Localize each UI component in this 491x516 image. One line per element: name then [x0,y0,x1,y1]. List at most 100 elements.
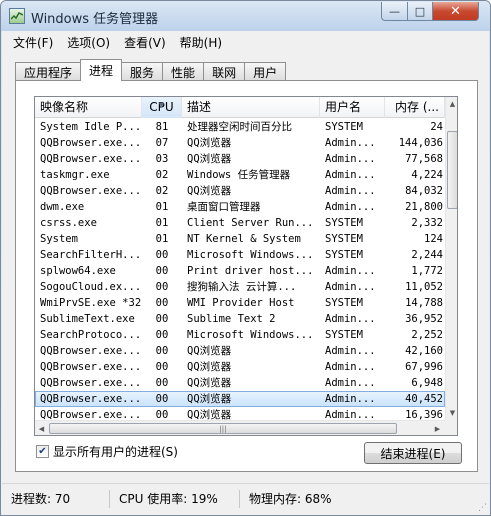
cell-image-name: SearchProtoco... [40,329,142,341]
cell-description: QQ浏览器 [187,377,232,389]
cell-memory: 2,332 [411,217,443,229]
cell-cpu: 01 [155,233,169,245]
cell-cpu: 00 [155,377,169,389]
client-area: 应用程序 进程 服务 性能 联网 用户 映像名称 ▼ CPU 描述 用户名 内存… [2,53,489,483]
vertical-scroll-thumb[interactable] [447,131,457,209]
cell-memory: 1,772 [411,265,443,277]
cell-memory: 14,788 [405,297,443,309]
process-row[interactable]: taskmgr.exe 02 Windows 任务管理器 Admin... 4,224 [35,167,445,183]
cell-cpu: 00 [155,393,169,405]
cell-memory: 144,036 [398,137,443,149]
cell-image-name: SearchFilterH... [40,249,142,261]
cell-description: Print driver host... [187,265,314,277]
horizontal-scroll-thumb[interactable]: ||| [49,423,397,434]
tab-networking[interactable]: 联网 [203,62,246,81]
column-header-description[interactable]: 描述 [182,97,320,118]
scroll-up-icon[interactable]: ▲ [446,97,457,111]
minimize-icon: — [389,4,400,18]
process-row[interactable]: SogouCloud.ex... 00 搜狗输入法 云计算... Admin... 11… [35,279,445,295]
cell-description: Client Server Run... [187,217,314,229]
process-row[interactable]: SearchProtoco... 00 Microsoft Windows... SY… [35,327,445,343]
process-row[interactable]: QQBrowser.exe... 00 QQ浏览器 Admin... 67,996 [35,359,445,375]
column-header-image-name[interactable]: 映像名称 [35,97,142,118]
cell-image-name: QQBrowser.exe... [40,393,142,405]
status-bar: 进程数: 70 CPU 使用率: 19% 物理内存: 68% ⋰ [2,483,489,515]
process-row[interactable]: splwow64.exe 00 Print driver host... Admin.… [35,263,445,279]
cell-cpu: 81 [155,121,169,133]
cell-image-name: System Idle P... [40,121,142,133]
scroll-down-icon[interactable]: ▼ [446,406,457,420]
tab-applications[interactable]: 应用程序 [15,62,82,81]
process-row[interactable]: System 01 NT Kernel & System SYSTEM 124 [35,231,445,247]
menu-bar: 文件(F) 选项(O) 查看(V) 帮助(H) [2,31,489,53]
cell-image-name: taskmgr.exe [40,169,110,181]
close-button[interactable]: ✕ [432,2,479,21]
status-physical-memory: 物理内存: 68% [249,492,332,506]
scroll-right-icon[interactable]: ▶ [431,422,444,435]
cell-user-name: Admin... [325,185,376,197]
cell-description: QQ浏览器 [187,137,232,149]
end-process-button[interactable]: 结束进程(E) [364,442,462,464]
scroll-left-icon[interactable]: ◀ [35,422,48,435]
cell-cpu: 00 [155,361,169,373]
tab-services[interactable]: 服务 [121,62,164,81]
process-row[interactable]: System Idle P... 81 处理器空闲时间百分比 SYSTEM 24 [35,119,445,135]
cell-user-name: SYSTEM [325,233,363,245]
tab-processes[interactable]: 进程 [80,59,123,81]
menu-options[interactable]: 选项(O) [60,34,117,51]
task-manager-app-icon [9,8,25,24]
cell-user-name: SYSTEM [325,121,363,133]
menu-help[interactable]: 帮助(H) [173,34,229,51]
process-row[interactable]: dwm.exe 01 桌面窗口管理器 Admin... 21,800 [35,199,445,215]
cell-memory: 6,948 [411,377,443,389]
show-all-users-checkbox[interactable]: ✔ [36,445,49,458]
process-row[interactable]: SublimeText.exe 00 Sublime Text 2 Admin... 3… [35,311,445,327]
cell-description: Microsoft Windows... [187,329,314,341]
process-row[interactable]: QQBrowser.exe... 02 QQ浏览器 Admin... 84,032 [35,183,445,199]
cell-user-name: Admin... [325,361,376,373]
processes-panel: 映像名称 ▼ CPU 描述 用户名 内存 (... System Idle P.… [15,80,478,472]
cell-user-name: Admin... [325,393,376,405]
process-row[interactable]: QQBrowser.exe... 00 QQ浏览器 Admin... 42,160 [35,343,445,359]
process-row[interactable]: csrss.exe 01 Client Server Run... SYSTEM 2,3… [35,215,445,231]
process-list[interactable]: 映像名称 ▼ CPU 描述 用户名 内存 (... System Idle P.… [34,96,458,436]
process-row[interactable]: WmiPrvSE.exe *32 00 WMI Provider Host SYSTE… [35,295,445,311]
cell-user-name: SYSTEM [325,217,363,229]
cell-image-name: QQBrowser.exe... [40,137,142,149]
cell-cpu: 00 [155,313,169,325]
horizontal-scrollbar[interactable]: ◀ ||| ▶ [35,420,445,435]
minimize-button[interactable]: — [381,2,408,21]
cell-user-name: Admin... [325,345,376,357]
process-row[interactable]: QQBrowser.exe... 07 QQ浏览器 Admin... 144,036 [35,135,445,151]
cell-image-name: dwm.exe [40,201,85,213]
cell-user-name: SYSTEM [325,329,363,341]
process-list-body: System Idle P... 81 处理器空闲时间百分比 SYSTEM 24 QQBr… [35,119,445,420]
menu-file[interactable]: 文件(F) [6,34,60,51]
process-row[interactable]: QQBrowser.exe... 00 QQ浏览器 Admin... 6,948 [35,375,445,391]
vertical-scrollbar[interactable]: ▲ ▼ [445,97,457,420]
process-row[interactable]: QQBrowser.exe... 00 QQ浏览器 Admin... 40,452 [35,391,445,407]
process-row[interactable]: SearchFilterH... 00 Microsoft Windows... SY… [35,247,445,263]
cell-image-name: QQBrowser.exe... [40,185,142,197]
maximize-button[interactable]: □ [407,2,433,21]
title-bar[interactable]: Windows 任务管理器 — □ ✕ [1,1,490,31]
cell-cpu: 03 [155,153,169,165]
process-row[interactable]: QQBrowser.exe... 00 QQ浏览器 Admin... 16,396 [35,407,445,420]
show-all-users-label: 显示所有用户的进程(S) [53,445,178,459]
cell-memory: 42,160 [405,345,443,357]
tab-users[interactable]: 用户 [244,62,287,81]
tab-performance[interactable]: 性能 [162,62,205,81]
column-header-cpu[interactable]: ▼ CPU [142,97,182,118]
menu-view[interactable]: 查看(V) [117,34,173,51]
column-header-user-name[interactable]: 用户名 [320,97,385,118]
resize-grip-icon[interactable]: ⋰ [478,503,487,513]
cell-description: WMI Provider Host [187,297,295,309]
show-all-users-option[interactable]: ✔ 显示所有用户的进程(S) [36,443,178,460]
cell-memory: 4,224 [411,169,443,181]
cell-memory: 16,396 [405,409,443,420]
checkmark-icon: ✔ [38,446,47,457]
column-header-memory[interactable]: 内存 (... [385,97,445,118]
process-row[interactable]: QQBrowser.exe... 03 QQ浏览器 Admin... 77,568 [35,151,445,167]
cell-memory: 84,032 [405,185,443,197]
cell-cpu: 00 [155,281,169,293]
